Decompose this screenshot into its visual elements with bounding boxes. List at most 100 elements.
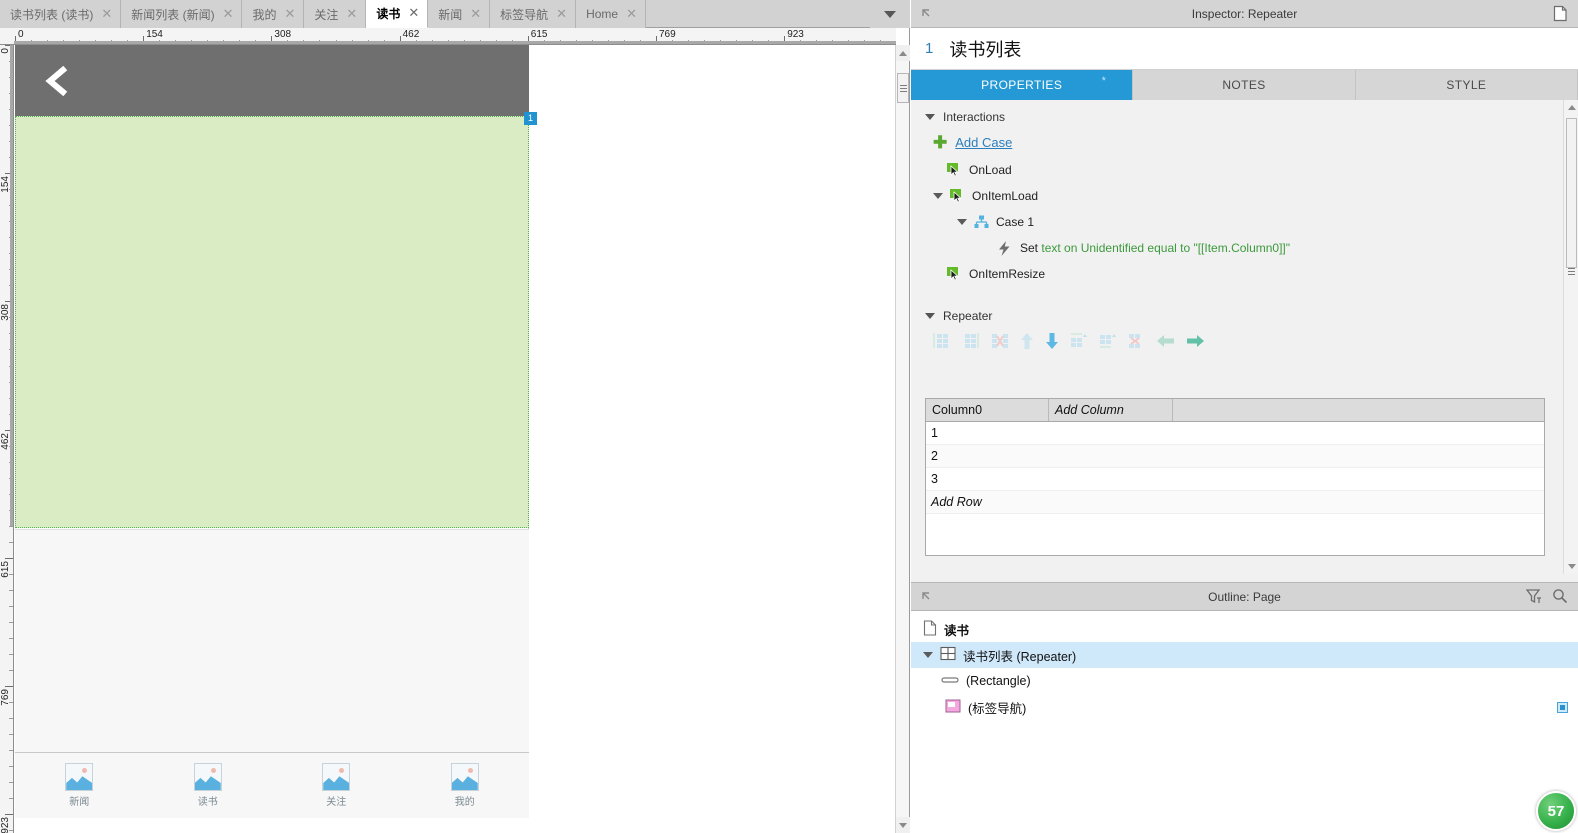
inspector-panel-header: Inspector: Repeater [911,0,1578,28]
expand-triangle-icon[interactable] [933,193,943,199]
tabbar-item-mine[interactable]: 我的 [401,763,530,808]
canvas-vertical-scrollbar[interactable] [895,45,910,833]
page-tab-label: 读书 [376,7,401,21]
cell-value[interactable]: 2 [926,445,1049,467]
move-column-right-icon[interactable] [1186,334,1204,351]
close-icon[interactable]: ✕ [556,8,567,21]
outline-panel-header: Outline: Page [911,583,1578,611]
tab-style[interactable]: STYLE [1355,70,1578,100]
status-badge[interactable]: 57 [1536,791,1576,831]
cell-value[interactable]: 3 [926,468,1049,490]
inspector-vertical-scrollbar[interactable] [1563,100,1578,574]
scrollbar-thumb[interactable] [897,73,909,103]
add-column-right-icon[interactable] [962,333,980,352]
tabbar-label: 读书 [197,797,218,808]
tab-overflow-button[interactable] [870,0,910,28]
add-row-above-icon[interactable] [1070,333,1088,352]
add-case-button[interactable]: ✚ Add Case [911,128,1562,157]
expand-triangle-icon[interactable] [923,652,933,658]
action-body: text on Unidentified equal to "[[Item.Co… [1041,241,1291,255]
plus-icon: ✚ [933,133,948,152]
event-label: OnItemLoad [972,189,1039,203]
design-canvas[interactable]: 1 新闻 读书 关注 我的 [15,45,896,818]
repeater-widget[interactable] [15,116,529,528]
column-header-0[interactable]: Column0 [926,399,1049,421]
scroll-down-button[interactable] [896,817,910,833]
page-tab-0[interactable]: 读书列表 (读书) ✕ [0,0,122,28]
event-onitemresize[interactable]: OnItemResize [911,261,1562,287]
collapse-icon[interactable] [921,7,935,21]
page-tab-1[interactable]: 新闻列表 (新闻) ✕ [121,0,243,28]
close-icon[interactable]: ✕ [408,7,419,20]
table-row[interactable]: 3 [926,468,1544,491]
search-icon[interactable] [1552,588,1568,607]
page-tab-3[interactable]: 关注 ✕ [304,0,367,28]
repeater-section-header[interactable]: Repeater [911,287,1562,327]
grip-icon [1568,268,1575,275]
ruler-active-range [14,41,896,44]
tabbar-item-reading[interactable]: 读书 [144,763,273,808]
tab-properties[interactable]: PROPERTIES * [911,70,1134,100]
expand-triangle-icon[interactable] [957,219,967,225]
collapse-icon[interactable] [921,590,935,604]
add-column-left-icon[interactable] [933,333,951,352]
outline-node-master[interactable]: (标签导航) [911,694,1578,720]
outline-header-actions [1525,588,1568,607]
move-row-up-icon[interactable] [1020,333,1034,352]
close-icon[interactable]: ✕ [626,8,637,21]
tabbar-item-news[interactable]: 新闻 [15,763,144,808]
outline-node-rectangle[interactable]: (Rectangle) [911,668,1578,694]
event-onload[interactable]: OnLoad [911,157,1562,183]
ruler-tick-minor [9,782,13,784]
back-chevron-icon[interactable] [41,64,71,98]
add-column-cell[interactable]: Add Column [1049,399,1173,421]
ruler-label: 308 [274,29,292,40]
tab-notes[interactable]: NOTES [1133,70,1356,100]
grip-icon [899,84,907,92]
close-icon[interactable]: ✕ [101,8,112,21]
interactions-section-header[interactable]: Interactions [911,100,1562,128]
filter-icon[interactable] [1525,588,1542,607]
page-tab-6[interactable]: 标签导航 ✕ [490,0,577,28]
move-column-left-icon[interactable] [1157,334,1175,351]
ruler-tick-minor [9,669,13,671]
close-icon[interactable]: ✕ [346,8,357,21]
repeater-data-grid[interactable]: Column0 Add Column 1 2 3 Add Row [925,398,1545,556]
interaction-action[interactable]: Set text on Unidentified equal to "[[Ite… [911,235,1562,261]
delete-row-icon[interactable] [1128,333,1146,352]
ruler-label: 769 [0,689,11,706]
scroll-up-button[interactable] [896,45,910,61]
tabbar-label: 我的 [454,797,475,808]
scroll-up-button[interactable] [1564,100,1578,115]
close-icon[interactable]: ✕ [284,8,295,21]
tabbar-item-follow[interactable]: 关注 [272,763,401,808]
app-header-bar[interactable] [15,45,529,116]
ruler-tick-minor [9,605,13,607]
table-row[interactable]: 2 [926,445,1544,468]
page-tab-7[interactable]: Home ✕ [576,0,646,28]
scrollbar-thumb[interactable] [1566,118,1577,268]
scroll-down-button[interactable] [1564,559,1578,574]
event-label: OnItemResize [969,267,1046,281]
add-row-below-icon[interactable] [1099,333,1117,352]
rectangle-icon [941,674,959,688]
table-row[interactable]: 1 [926,422,1544,445]
page-tab-4-active[interactable]: 读书 ✕ [366,0,429,28]
interaction-case-1[interactable]: Case 1 [911,209,1562,235]
add-row-button[interactable]: Add Row [926,491,1544,514]
outline-node-repeater[interactable]: 读书列表 (Repeater) [911,642,1578,668]
page-tab-5[interactable]: 新闻 ✕ [428,0,491,28]
ruler-label: 769 [659,29,676,40]
close-icon[interactable]: ✕ [223,8,234,21]
cell-value[interactable]: 1 [926,422,1049,444]
event-onitemload[interactable]: OnItemLoad [911,183,1562,209]
page-icon[interactable] [1553,5,1568,25]
delete-column-icon[interactable] [991,333,1009,352]
tabbar-label: 新闻 [69,797,90,808]
vertical-ruler: 0 154 308 462 615 769 923 [0,45,14,833]
close-icon[interactable]: ✕ [470,8,481,21]
move-row-down-icon[interactable] [1045,333,1059,352]
page-tab-2[interactable]: 我的 ✕ [242,0,305,28]
chevron-down-icon [1567,564,1576,569]
outline-node-page[interactable]: 读书 [911,616,1578,642]
